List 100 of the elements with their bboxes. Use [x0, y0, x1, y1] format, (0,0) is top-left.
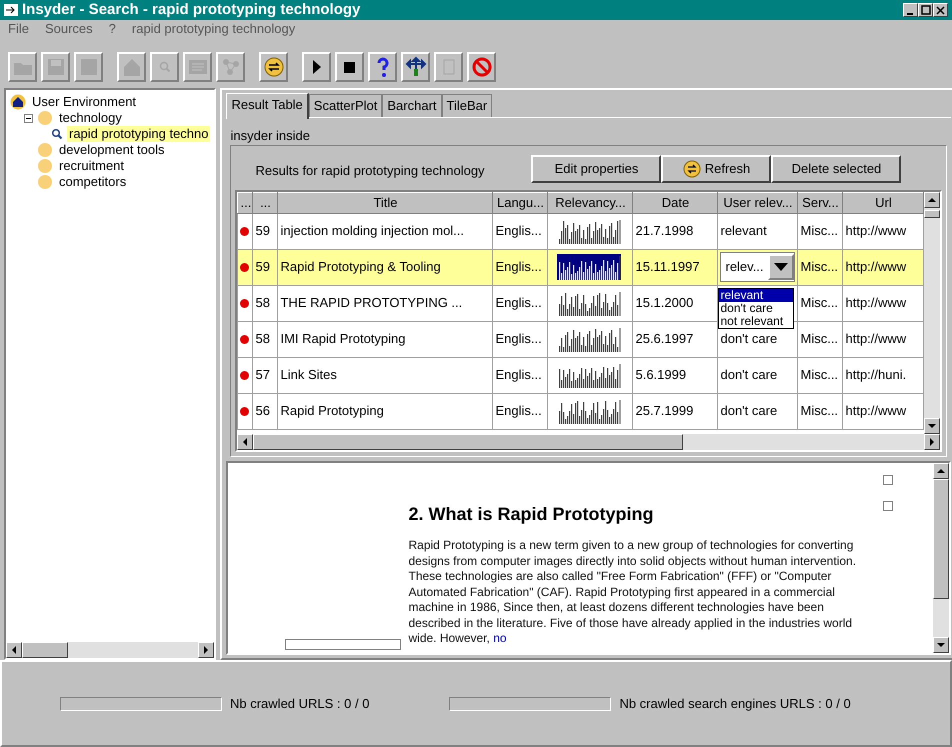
- table-cell: Link Sites: [278, 357, 493, 393]
- menu-item[interactable]: File: [8, 19, 29, 39]
- table-cell: THE RAPID PROTOTYPING ...: [278, 285, 493, 321]
- window-title: Insyder - Search - rapid prototyping technology: [22, 0, 362, 20]
- toolbar-button[interactable]: [302, 52, 331, 82]
- button[interactable]: Refresh: [661, 155, 772, 183]
- scrollbar-thumb[interactable]: [22, 642, 68, 658]
- down-arrow-icon[interactable]: [937, 643, 946, 647]
- right-arrow-icon[interactable]: [204, 646, 208, 654]
- table-cell: 25.6.1997: [632, 321, 718, 357]
- document-link[interactable]: no: [493, 631, 507, 645]
- tree-item[interactable]: competitors: [57, 174, 128, 190]
- checkbox[interactable]: [883, 501, 894, 511]
- forbidden-icon: [470, 55, 494, 79]
- column-header[interactable]: Date: [632, 192, 718, 213]
- column-header[interactable]: Serv...: [798, 192, 843, 213]
- column-header[interactable]: Title: [278, 192, 493, 213]
- dropdown-option[interactable]: relevant: [719, 288, 794, 302]
- left-arrow-icon[interactable]: [12, 646, 16, 654]
- table-cell: 15.1.2000: [632, 285, 718, 321]
- table-cell: 5.6.1999: [632, 357, 718, 393]
- scrollbar-thumb[interactable]: [924, 210, 940, 218]
- scrollbar-thumb[interactable]: [253, 434, 684, 450]
- toolbar-button[interactable]: [368, 52, 397, 82]
- scrollbar-thumb[interactable]: [933, 479, 950, 599]
- left-arrow-icon[interactable]: [243, 438, 248, 446]
- toolbar-button[interactable]: [335, 52, 364, 82]
- column-header[interactable]: Url: [842, 192, 924, 213]
- arrows-icon: [404, 55, 428, 79]
- horizontal-scrollbar[interactable]: [237, 434, 940, 450]
- column-header[interactable]: ...: [238, 192, 253, 213]
- tree-item[interactable]: development tools: [57, 142, 167, 158]
- table-cell: 58: [252, 285, 278, 321]
- home-icon: [10, 94, 26, 110]
- vertical-scrollbar[interactable]: [933, 463, 950, 653]
- menu-item[interactable]: Sources: [44, 19, 93, 39]
- tree-item[interactable]: rapid prototyping techno: [67, 126, 210, 142]
- tab[interactable]: Result Table: [226, 93, 309, 118]
- table-cell: Misc...: [798, 249, 843, 285]
- status-text: Nb crawled URLS : 0 / 0: [230, 694, 370, 713]
- table-cell: http://www: [842, 249, 924, 285]
- table-cell: don't care: [718, 393, 798, 429]
- right-arrow-icon[interactable]: [930, 438, 934, 446]
- group-label: insyder inside: [230, 126, 311, 145]
- document-paragraph: Rapid Prototyping is a new term given to a new group of technologies for converting designs from computer images directly into solid objects without human intervention. These technologies are also called "Free Form Fabrication" (FFF) or "Computer Automated Fabrication" (CAF). Rapid Prototyping first appeared in a commercial machine in 1986, Since then, at least dozens different technologies have been described in the literature. Five of those have already applied in the industries world wide. However, no: [408, 538, 858, 646]
- tree-item[interactable]: recruitment: [57, 158, 126, 174]
- menu-item[interactable]: rapid prototyping technology: [132, 19, 296, 39]
- vertical-scrollbar[interactable]: [924, 192, 940, 434]
- dropdown-option[interactable]: don't care: [719, 302, 794, 314]
- circle-icon: [37, 142, 53, 158]
- column-header[interactable]: Relevancy...: [548, 192, 633, 213]
- relevancy-sparkline: [557, 254, 624, 280]
- empty-field[interactable]: [285, 639, 402, 650]
- dropdown-field[interactable]: relev...: [720, 252, 796, 282]
- column-header[interactable]: Langu...: [492, 192, 548, 213]
- table-cell: injection molding injection mol...: [278, 213, 493, 249]
- table-cell: Rapid Prototyping & Tooling: [278, 249, 493, 285]
- table-cell: 59: [252, 249, 278, 285]
- maximize-icon[interactable]: [919, 4, 932, 16]
- relevancy-sparkline: [557, 218, 624, 244]
- search-icon: [51, 128, 63, 140]
- table-cell: 59: [252, 213, 278, 249]
- button[interactable]: Delete selected: [771, 155, 902, 183]
- tab[interactable]: TileBar: [442, 94, 492, 116]
- caret-icon: [774, 263, 788, 271]
- table-cell: Englis...: [492, 249, 548, 285]
- relevancy-sparkline: [557, 362, 624, 388]
- tree-item[interactable]: technology: [57, 110, 124, 126]
- document-heading: 2. What is Rapid Prototyping: [408, 503, 654, 526]
- checkbox[interactable]: [883, 475, 894, 485]
- tree-item[interactable]: User Environment: [30, 94, 138, 110]
- button[interactable]: Edit properties: [531, 155, 662, 183]
- table-cell: relevant: [718, 213, 798, 249]
- table-cell: Misc...: [798, 213, 843, 249]
- up-arrow-icon[interactable]: [937, 469, 946, 473]
- down-arrow-icon[interactable]: [928, 424, 936, 428]
- toolbar-button[interactable]: [401, 52, 430, 82]
- collapse-icon[interactable]: [24, 114, 33, 122]
- table-cell: Misc...: [798, 357, 843, 393]
- up-arrow-icon[interactable]: [928, 198, 936, 202]
- horizontal-scrollbar[interactable]: [6, 642, 214, 658]
- column-header[interactable]: ...: [252, 192, 278, 213]
- circle-icon: [37, 110, 53, 126]
- refresh-icon: [262, 55, 286, 79]
- toolbar-button[interactable]: [259, 52, 288, 82]
- table-cell: 56: [252, 393, 278, 429]
- close-icon[interactable]: [934, 4, 947, 16]
- dropdown-option[interactable]: not relevant: [719, 314, 794, 328]
- relevancy-sparkline: [557, 398, 624, 424]
- column-header[interactable]: User relev...: [718, 192, 798, 213]
- table-cell: Misc...: [798, 393, 843, 429]
- table-cell: Rapid Prototyping: [278, 393, 493, 429]
- results-label: Results for rapid prototyping technology: [254, 162, 486, 180]
- tab[interactable]: Barchart: [382, 94, 442, 116]
- status-text: Nb crawled search engines URLS : 0 / 0: [619, 694, 851, 713]
- table-cell: 21.7.1998: [632, 213, 718, 249]
- table-cell: Englis...: [492, 285, 548, 321]
- tab[interactable]: ScatterPlot: [308, 94, 382, 116]
- menu-item[interactable]: ?: [108, 19, 116, 39]
- relevancy-sparkline: [557, 290, 624, 316]
